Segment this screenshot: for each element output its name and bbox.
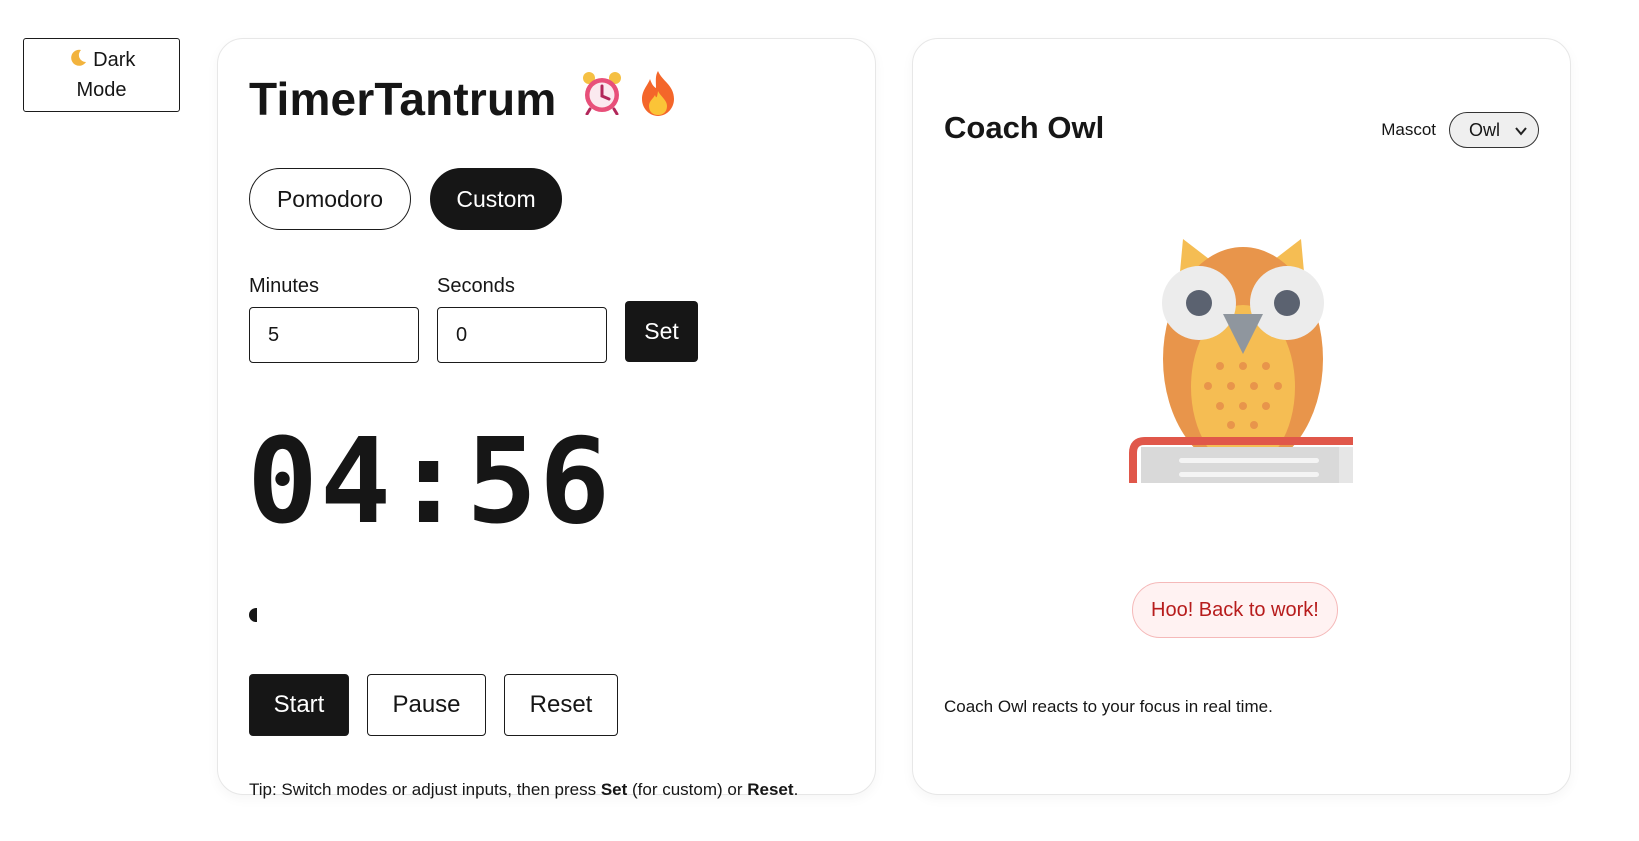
mode-tabs: Pomodoro Custom	[249, 168, 562, 230]
alarm-clock-icon	[580, 69, 624, 128]
crescent-moon-icon	[68, 49, 94, 71]
minutes-field-group: Minutes 5	[249, 275, 419, 363]
progress-fill	[249, 608, 257, 622]
tip-reset: Reset	[747, 780, 794, 799]
set-button[interactable]: Set	[625, 301, 698, 362]
fire-icon	[638, 69, 678, 128]
mascot-select-value: Owl	[1469, 119, 1500, 140]
coach-caption: Coach Owl reacts to your focus in real t…	[944, 697, 1273, 716]
timer-controls: Start Pause Reset	[249, 674, 618, 736]
progress-bar	[249, 608, 839, 622]
dark-mode-toggle[interactable]: Dark Mode	[23, 38, 180, 112]
timer-card: TimerTantrum Pomodoro Custom Minutes 5 S…	[217, 38, 876, 799]
chevron-down-icon	[1514, 122, 1528, 143]
minutes-input[interactable]: 5	[249, 307, 419, 363]
seconds-input[interactable]: 0	[437, 307, 607, 363]
coach-card: Coach Owl Mascot Owl Hoo! Back to work! …	[912, 38, 1571, 795]
countdown-display: 04:56	[247, 412, 613, 550]
mascot-select[interactable]: Owl	[1449, 112, 1539, 148]
app-title-text: TimerTantrum	[249, 72, 557, 125]
custom-button[interactable]: Custom	[430, 168, 562, 230]
seconds-label: Seconds	[437, 275, 515, 297]
tip-suffix: .	[793, 780, 799, 799]
start-button[interactable]: Start	[249, 674, 349, 736]
duration-inputs: Minutes 5 Seconds 0 Set	[249, 275, 698, 363]
tip-set: Set	[600, 780, 628, 799]
owl-mascot-illustration	[1123, 211, 1363, 497]
mascot-speech-bubble: Hoo! Back to work!	[1132, 582, 1338, 638]
app-title: TimerTantrum	[249, 69, 678, 128]
seconds-field-group: Seconds 0	[437, 275, 607, 363]
reset-button[interactable]: Reset	[504, 674, 618, 736]
mascot-label: Mascot	[1381, 120, 1436, 139]
tip-prefix: Tip: Switch modes or adjust inputs, then…	[249, 780, 601, 799]
pause-button[interactable]: Pause	[367, 674, 486, 736]
mascot-picker: Mascot Owl	[1381, 112, 1539, 148]
tip-middle: (for custom) or	[627, 780, 748, 799]
tip-text: Tip: Switch modes or adjust inputs, then…	[249, 780, 798, 800]
pomodoro-button[interactable]: Pomodoro	[249, 168, 411, 230]
minutes-label: Minutes	[249, 275, 320, 297]
coach-title: Coach Owl	[944, 110, 1105, 145]
